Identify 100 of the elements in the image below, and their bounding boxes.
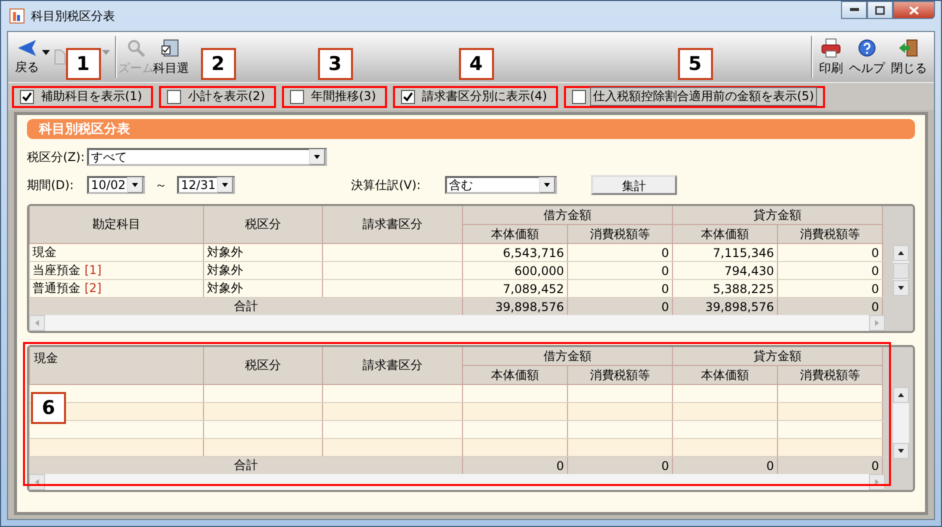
column-group-header: 貸方金額 xyxy=(672,347,882,366)
table-cell: 対象外 xyxy=(204,280,322,298)
callout-number: 3 xyxy=(318,48,352,80)
column-group-header: 借方金額 xyxy=(462,347,672,366)
help-icon xyxy=(857,38,877,58)
vertical-scrollbar[interactable] xyxy=(893,387,909,459)
table-cell: 0 xyxy=(778,280,882,298)
up-arrow-icon xyxy=(897,249,905,257)
minimize-icon xyxy=(850,8,858,12)
zoom-icon xyxy=(126,38,146,58)
column-header: 現金 xyxy=(30,347,204,384)
callout-number: 4 xyxy=(458,48,494,80)
checkbox[interactable] xyxy=(572,90,586,104)
callout-number: 6 xyxy=(31,392,66,424)
up-arrow-icon xyxy=(897,391,905,399)
table-cell: 0 xyxy=(462,456,568,474)
minimize-button[interactable] xyxy=(841,1,867,19)
range-separator: ～ xyxy=(155,176,167,194)
column-group-header: 貸方金額 xyxy=(672,206,882,224)
section-header: 科目別税区分表 xyxy=(27,119,915,139)
printer-icon xyxy=(820,38,842,58)
table-cell: 0 xyxy=(778,244,882,262)
table-cell: 39,898,576 xyxy=(462,298,568,315)
caret-icon xyxy=(132,183,138,187)
column-header: 税区分 xyxy=(204,347,322,384)
caret-icon xyxy=(222,183,228,187)
table-cell: 0 xyxy=(778,262,882,280)
table-cell: 0 xyxy=(778,456,882,474)
field-label: 期間(D): xyxy=(27,176,75,194)
start-date-dropdown[interactable]: 10/02 xyxy=(87,176,145,194)
caret-icon xyxy=(314,155,320,159)
column-header: 消費税額等 xyxy=(778,224,882,244)
end-date-dropdown[interactable]: 12/31 xyxy=(177,176,235,194)
callout-number: 1 xyxy=(66,48,100,80)
table-cell: 600,000 xyxy=(462,262,568,280)
table-cell: 対象外 xyxy=(204,262,322,280)
right-arrow-icon xyxy=(873,478,881,486)
column-header: 本体価額 xyxy=(672,224,778,244)
checkbox[interactable] xyxy=(401,90,415,104)
table-cell: 5,388,225 xyxy=(672,280,778,298)
table-cell: 当座預金 [1] xyxy=(30,262,204,280)
table-cell: 7,089,452 xyxy=(462,280,568,298)
table-cell: 0 xyxy=(568,244,672,262)
caret-icon xyxy=(544,183,550,187)
callout-number: 5 xyxy=(678,48,712,80)
option-checkbox[interactable]: 年間推移(3) xyxy=(282,86,387,108)
checkbox[interactable] xyxy=(167,90,181,104)
column-header: 本体価額 xyxy=(462,366,568,384)
table-cell: 対象外 xyxy=(204,244,322,262)
table-cell: 0 xyxy=(568,298,672,315)
column-header: 請求書区分 xyxy=(322,206,462,244)
table-cell: 現金 xyxy=(30,244,204,262)
total-label: 合計 xyxy=(30,298,462,315)
callout-number: 2 xyxy=(200,48,236,80)
table-cell: 6,543,716 xyxy=(462,244,568,262)
checkbox[interactable] xyxy=(290,90,304,104)
column-header: 請求書区分 xyxy=(322,347,462,384)
app-icon xyxy=(9,8,25,24)
column-header: 消費税額等 xyxy=(778,366,882,384)
vertical-scrollbar[interactable] xyxy=(893,245,909,296)
option-checkbox[interactable]: 仕入税額控除割合適用前の金額を表示(5) xyxy=(564,86,825,108)
table-cell: 7,115,346 xyxy=(672,244,778,262)
close-button[interactable] xyxy=(893,1,935,19)
aggregate-button[interactable]: 集計 xyxy=(591,175,677,195)
print-button[interactable]: 印刷 xyxy=(816,32,846,82)
down-arrow-icon xyxy=(897,284,905,292)
table-cell: 0 xyxy=(568,262,672,280)
table-cell: 0 xyxy=(568,456,672,474)
column-header: 勘定科目 xyxy=(30,206,204,244)
window-title: 科目別税区分表 xyxy=(31,8,116,24)
tax-category-dropdown[interactable]: すべて xyxy=(87,148,327,166)
table-cell: 0 xyxy=(672,456,778,474)
field-label: 決算仕訳(V): xyxy=(351,176,422,194)
left-arrow-icon xyxy=(33,319,41,327)
column-group-header: 借方金額 xyxy=(462,206,672,224)
option-checkbox[interactable]: 請求書区分別に表示(4) xyxy=(393,86,558,108)
down-arrow-icon xyxy=(897,447,905,455)
checkbox[interactable] xyxy=(20,90,34,104)
select-button[interactable]: 科目選 xyxy=(152,32,190,82)
total-label: 合計 xyxy=(30,456,462,474)
table-cell: 普通預金 [2] xyxy=(30,280,204,298)
table-cell: 39,898,576 xyxy=(672,298,778,315)
closing-entries-dropdown[interactable]: 含む xyxy=(445,176,557,194)
option-checkbox[interactable]: 補助科目を表示(1) xyxy=(12,86,153,108)
back-button[interactable]: 戻る xyxy=(12,32,42,82)
maximize-button[interactable] xyxy=(867,1,893,19)
horizontal-scrollbar[interactable] xyxy=(29,315,885,331)
caret-icon[interactable] xyxy=(42,50,50,54)
back-arrow-icon xyxy=(16,38,38,56)
close-button[interactable]: 閉じる xyxy=(888,32,930,82)
table-cell: 0 xyxy=(568,280,672,298)
table-cell: 0 xyxy=(778,298,882,315)
column-header: 本体価額 xyxy=(462,224,568,244)
option-checkbox[interactable]: 小計を表示(2) xyxy=(159,86,276,108)
maximize-icon xyxy=(875,6,885,14)
help-button[interactable]: ヘルプ xyxy=(846,32,888,82)
column-header: 本体価額 xyxy=(672,366,778,384)
exit-door-icon xyxy=(898,38,920,58)
column-header: 消費税額等 xyxy=(568,224,672,244)
table-cell: 794,430 xyxy=(672,262,778,280)
